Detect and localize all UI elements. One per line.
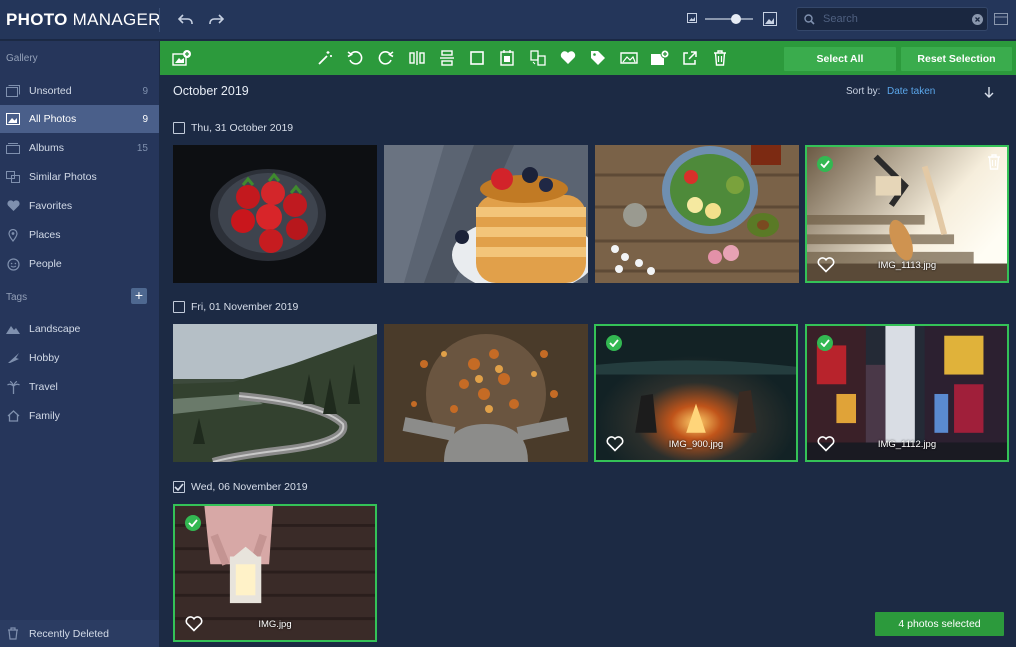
gallery-header: Gallery [6, 53, 38, 64]
clear-search-icon[interactable] [971, 13, 983, 25]
sidebar-item-similar-photos[interactable]: Similar Photos [0, 163, 159, 191]
date-group-header: Thu, 31 October 2019 [173, 121, 293, 135]
albums-icon [5, 140, 21, 156]
title-bar: PHOTO MANAGER [0, 0, 1016, 40]
month-heading: October 2019 [173, 84, 249, 98]
zoom-slider-handle[interactable] [731, 14, 741, 24]
add-photos-icon[interactable] [171, 47, 193, 69]
photo-image [173, 324, 377, 462]
magic-wand-icon[interactable] [314, 47, 336, 69]
heart-icon [5, 198, 21, 214]
sidebar-item-albums[interactable]: Albums 15 [0, 134, 159, 162]
sidebar-item-unsorted[interactable]: Unsorted 9 [0, 77, 159, 105]
photo-thumbnail-autumn-leaves[interactable] [384, 324, 588, 462]
selected-check-icon[interactable] [817, 335, 833, 351]
sidebar-item-favorites[interactable]: Favorites [0, 192, 159, 220]
action-toolbar: Select All Reset Selection [160, 41, 1016, 75]
photo-image [384, 145, 588, 283]
photo-filename: IMG_900.jpg [668, 439, 724, 450]
selected-check-icon[interactable] [185, 515, 201, 531]
search-box[interactable] [796, 7, 988, 31]
hobby-icon [5, 350, 21, 366]
sort-dropdown[interactable]: Date taken [887, 86, 935, 97]
pin-icon [5, 227, 21, 243]
photo-thumbnail-salad[interactable] [595, 145, 799, 283]
photo-image [595, 145, 799, 283]
convert-icon[interactable] [527, 47, 549, 69]
redo-icon[interactable] [206, 10, 226, 30]
favorite-icon[interactable] [557, 47, 579, 69]
sidebar-item-places[interactable]: Places [0, 221, 159, 249]
date-group-header: Wed, 06 November 2019 [173, 480, 308, 494]
palm-icon [5, 379, 21, 395]
photo-thumbnail-img-900[interactable]: IMG_900.jpg [594, 324, 798, 462]
large-image-icon[interactable] [762, 11, 778, 27]
photo-image [384, 324, 588, 462]
select-all-button[interactable]: Select All [784, 47, 896, 71]
flip-vertical-icon[interactable] [436, 47, 458, 69]
photos-icon [5, 111, 21, 127]
panel-toggle-icon[interactable] [993, 11, 1009, 27]
small-image-icon[interactable] [686, 12, 698, 24]
similar-icon [5, 169, 21, 185]
divider [159, 8, 160, 32]
group-checkbox[interactable] [173, 301, 185, 313]
sort-label: Sort by: [846, 86, 881, 97]
share-icon[interactable] [679, 47, 701, 69]
add-to-album-icon[interactable] [649, 47, 671, 69]
trash-icon [5, 626, 21, 642]
photo-thumbnail-img-1113[interactable]: IMG_1113.jpg [805, 145, 1009, 283]
sidebar-tag-family[interactable]: Family [0, 402, 159, 430]
trash-icon[interactable] [987, 154, 1001, 170]
sidebar-item-people[interactable]: People [0, 250, 159, 278]
date-group-header: Fri, 01 November 2019 [173, 300, 298, 314]
sidebar-tag-travel[interactable]: Travel [0, 373, 159, 401]
group-checkbox[interactable] [173, 481, 185, 493]
flip-horizontal-icon[interactable] [406, 47, 428, 69]
app-logo: PHOTO MANAGER [6, 10, 161, 29]
tag-icon[interactable] [587, 47, 609, 69]
landscape-icon [5, 321, 21, 337]
rotate-right-icon[interactable] [375, 47, 397, 69]
sidebar-tag-hobby[interactable]: Hobby [0, 344, 159, 372]
search-icon [803, 13, 815, 25]
delete-icon[interactable] [709, 47, 731, 69]
photo-filename: IMG_1112.jpg [877, 439, 937, 450]
photo-thumbnail-pancakes[interactable] [384, 145, 588, 283]
resize-icon[interactable] [496, 47, 518, 69]
selected-check-icon[interactable] [817, 156, 833, 172]
photo-filename: IMG.jpg [258, 619, 292, 630]
unsorted-icon [5, 83, 21, 99]
selection-count-badge: 4 photos selected [875, 612, 1004, 636]
group-checkbox[interactable] [173, 122, 185, 134]
photo-thumbnail-mountain-road[interactable] [173, 324, 377, 462]
photo-filename: IMG_1113.jpg [877, 260, 937, 271]
photo-thumbnail-strawberries[interactable] [173, 145, 377, 283]
undo-icon[interactable] [176, 10, 196, 30]
face-icon [5, 256, 21, 272]
search-input[interactable] [823, 11, 963, 27]
photo-thumbnail-img[interactable]: IMG.jpg [173, 504, 377, 642]
sidebar: Gallery Unsorted 9 All Photos 9 Albums 1… [0, 41, 159, 647]
slideshow-icon[interactable] [618, 47, 640, 69]
reset-selection-button[interactable]: Reset Selection [901, 47, 1012, 71]
sidebar-item-recently-deleted[interactable]: Recently Deleted [0, 620, 159, 647]
photo-image [173, 145, 377, 283]
sidebar-item-all-photos[interactable]: All Photos 9 [0, 105, 159, 133]
house-icon [5, 408, 21, 424]
add-tag-button[interactable]: + [131, 288, 147, 304]
crop-icon[interactable] [466, 47, 488, 69]
rotate-left-icon[interactable] [344, 47, 366, 69]
tags-header: Tags [6, 292, 28, 303]
zoom-slider[interactable] [705, 14, 753, 24]
selected-check-icon[interactable] [606, 335, 622, 351]
sidebar-tag-landscape[interactable]: Landscape [0, 315, 159, 343]
sort-direction-icon[interactable] [983, 85, 995, 103]
photo-thumbnail-img-1112[interactable]: IMG_1112.jpg [805, 324, 1009, 462]
